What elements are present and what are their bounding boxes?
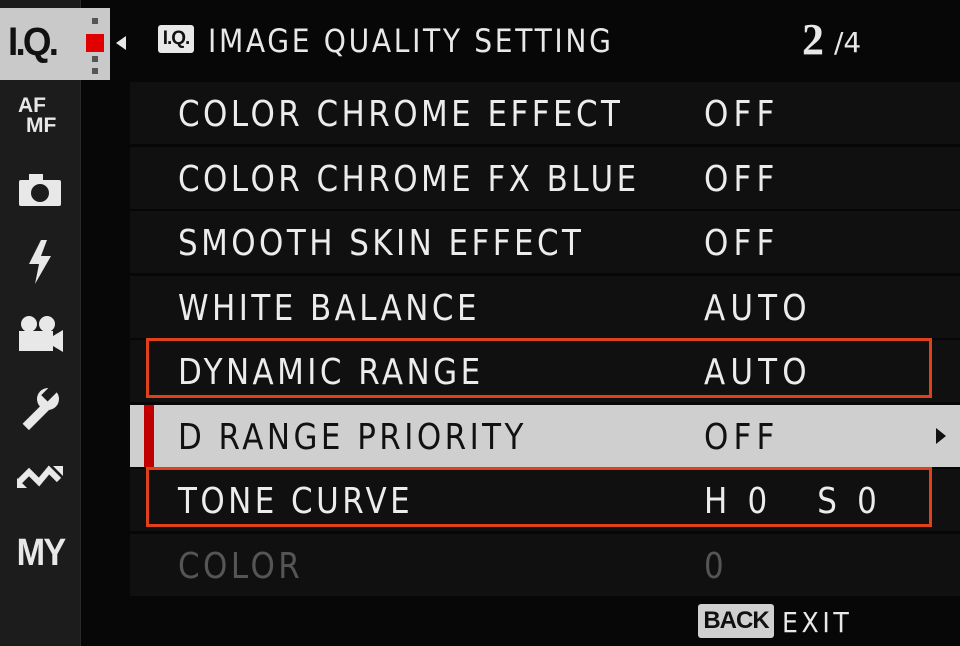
iq-tab-label: I.Q.	[8, 20, 59, 64]
connection-icon	[16, 465, 63, 488]
menu-item-tone-curve[interactable]: TONE CURVE H 0 S 0	[130, 467, 960, 531]
menu-item-label: WHITE BALANCE	[178, 287, 480, 329]
menu-item-white-balance[interactable]: WHITE BALANCE AUTO	[130, 275, 960, 338]
page-title: IMAGE QUALITY SETTING	[208, 22, 614, 60]
tab-setup[interactable]	[0, 385, 80, 437]
tab-image-quality[interactable]: I.Q.	[0, 8, 110, 80]
menu-item-smooth-skin-effect[interactable]: SMOOTH SKIN EFFECT OFF	[130, 211, 960, 273]
page-tick-indicator	[92, 68, 98, 74]
camera-icon	[19, 174, 61, 206]
tab-my-menu[interactable]: MY	[0, 532, 80, 575]
flash-icon	[29, 240, 51, 284]
page-tick-indicator	[92, 18, 98, 24]
menu-item-value: OFF	[704, 223, 780, 264]
menu-item-value: OFF	[704, 416, 780, 458]
menu-item-label: COLOR	[178, 545, 304, 587]
back-button[interactable]: BACK	[698, 604, 774, 638]
movie-camera-icon	[19, 316, 63, 352]
active-tab-arrow-icon	[116, 36, 126, 50]
page-tick-indicator	[92, 56, 98, 62]
menu-item-label: SMOOTH SKIN EFFECT	[178, 223, 585, 264]
selection-accent-bar	[144, 404, 154, 467]
active-page-indicator	[86, 34, 104, 52]
exit-label: EXIT	[782, 606, 853, 639]
menu-item-value: AUTO	[704, 287, 812, 329]
menu-item-color-chrome-effect[interactable]: COLOR CHROME EFFECT OFF	[130, 82, 960, 144]
menu-item-value: H 0 S 0	[704, 481, 882, 522]
menu-item-color-chrome-fx-blue[interactable]: COLOR CHROME FX BLUE OFF	[130, 146, 960, 209]
chevron-right-icon	[936, 427, 946, 444]
menu-item-label: COLOR CHROME FX BLUE	[178, 158, 640, 200]
menu-item-value: AUTO	[704, 352, 812, 393]
menu-item-label: COLOR CHROME EFFECT	[178, 94, 624, 135]
menu-header: I.Q. IMAGE QUALITY SETTING 2 /4	[130, 0, 960, 80]
iq-header-badge: I.Q.	[158, 25, 194, 53]
tab-shooting-setting[interactable]	[0, 172, 80, 213]
menu-item-value: OFF	[704, 158, 780, 200]
wrench-icon	[22, 385, 59, 431]
menu-item-value: 0	[704, 545, 729, 587]
my-menu-icon: MY	[16, 532, 65, 574]
tab-af-mf[interactable]: AF MF	[0, 94, 80, 137]
menu-item-dynamic-range[interactable]: DYNAMIC RANGE AUTO	[130, 338, 960, 402]
menu-item-d-range-priority[interactable]: D RANGE PRIORITY OFF	[130, 404, 960, 467]
menu-item-label: TONE CURVE	[178, 481, 414, 522]
menu-item-value: OFF	[704, 94, 780, 135]
menu-item-color: COLOR 0	[130, 533, 960, 596]
page-number-current: 2	[802, 15, 824, 64]
menu-item-label: D RANGE PRIORITY	[178, 416, 527, 458]
tab-flash-setting[interactable]	[0, 240, 80, 289]
af-mf-icon: AF MF	[18, 94, 57, 137]
tab-connection-setting[interactable]	[0, 462, 80, 497]
menu-item-label: DYNAMIC RANGE	[178, 352, 484, 393]
menu-list: COLOR CHROME EFFECT OFF COLOR CHROME FX …	[130, 82, 960, 598]
tab-movie-setting[interactable]	[0, 314, 80, 359]
page-number-total: /4	[834, 26, 862, 59]
